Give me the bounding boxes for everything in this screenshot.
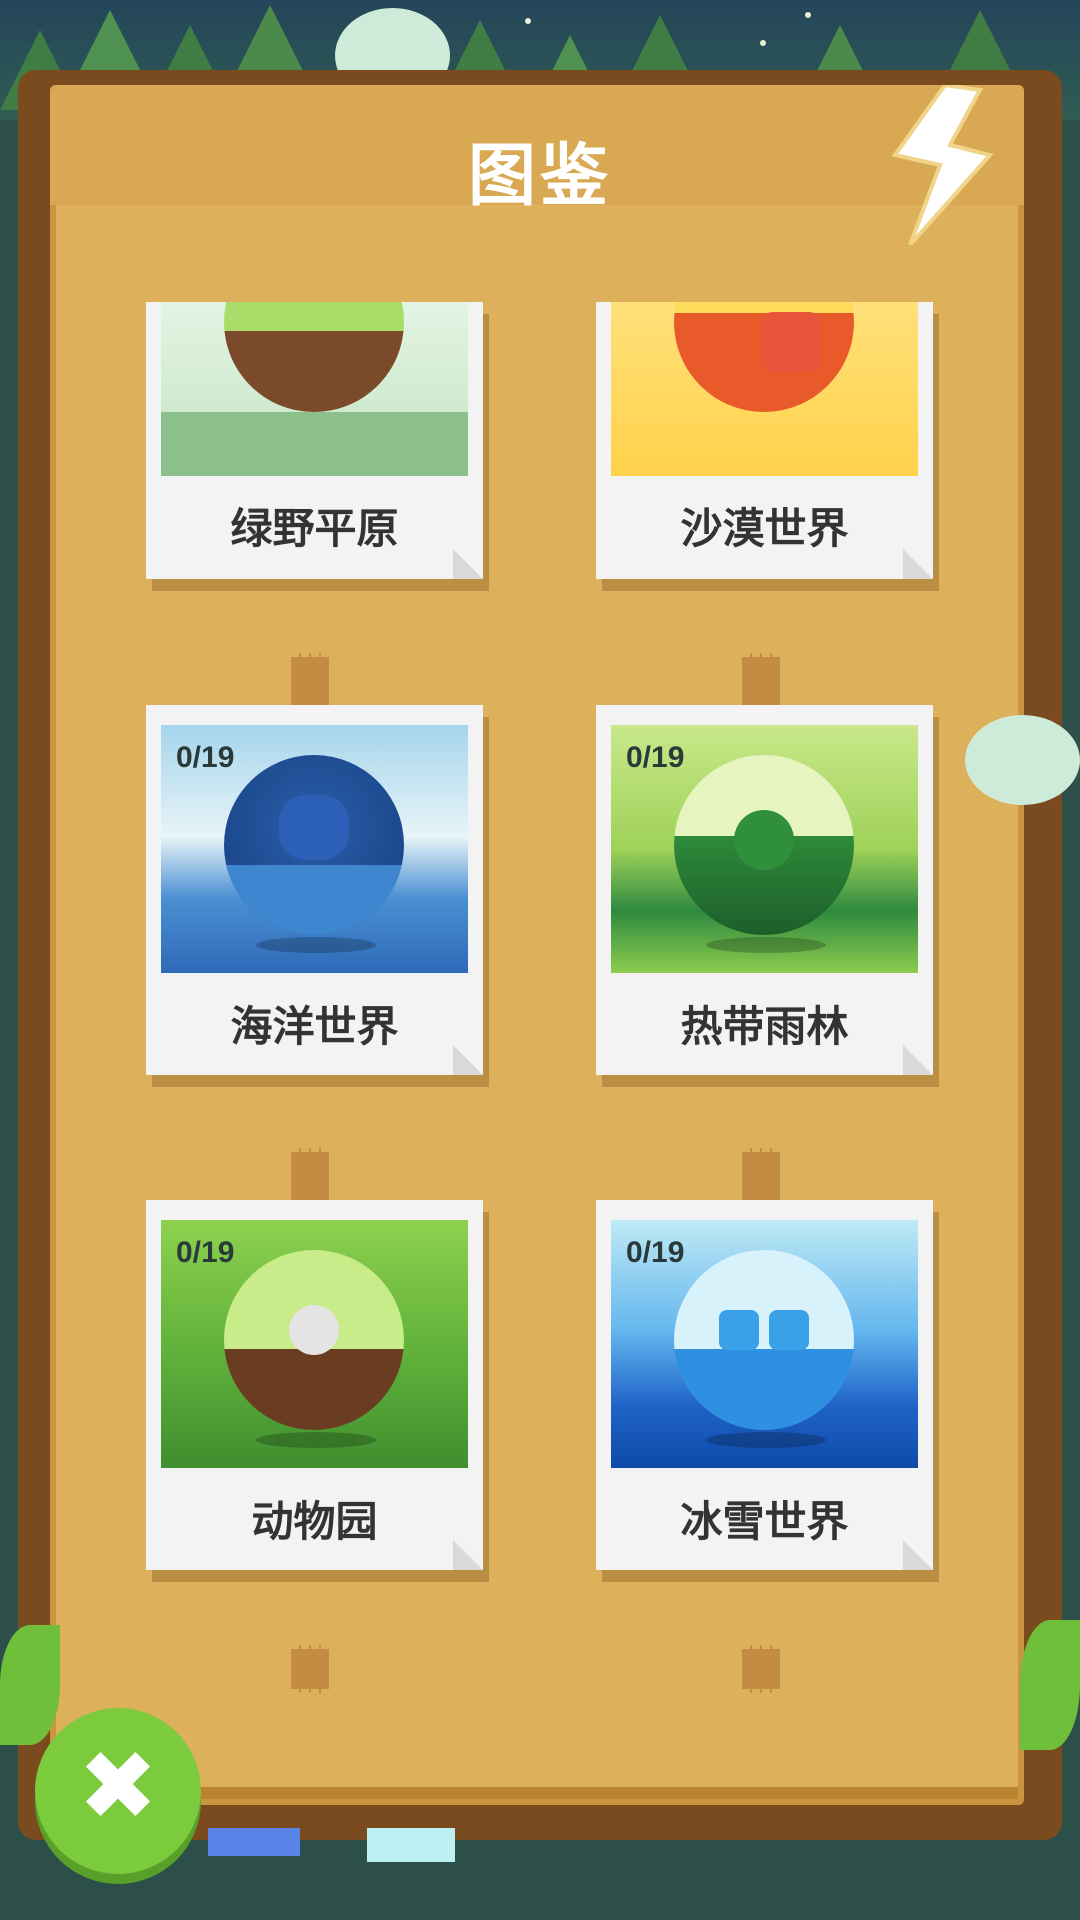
monster-icon bbox=[734, 810, 794, 870]
world-card-zoo[interactable]: 0/19 动物园 bbox=[146, 1200, 483, 1570]
close-icon: ✖ bbox=[77, 1730, 159, 1842]
monster-icon bbox=[769, 1310, 809, 1350]
ocean-globe bbox=[224, 755, 404, 935]
rainforest-globe bbox=[674, 755, 854, 935]
snow-globe bbox=[674, 1250, 854, 1430]
card-label: 沙漠世界 bbox=[680, 504, 849, 553]
card-label: 动物园 bbox=[251, 1497, 378, 1546]
collection-count: 0/19 bbox=[626, 741, 685, 774]
star-icon bbox=[760, 40, 766, 46]
collection-count: 0/19 bbox=[626, 1236, 685, 1269]
card-label: 海洋世界 bbox=[230, 1002, 399, 1051]
card-label: 冰雪世界 bbox=[680, 1497, 849, 1546]
monster-icon bbox=[719, 1310, 759, 1350]
leaf-icon bbox=[0, 1625, 60, 1745]
lightning-icon bbox=[891, 85, 994, 245]
tape bbox=[291, 1645, 329, 1693]
world-card-snow[interactable]: 0/19 冰雪世界 bbox=[596, 1200, 933, 1570]
zoo-globe bbox=[224, 1250, 404, 1430]
star-icon bbox=[805, 12, 811, 18]
card-label: 热带雨林 bbox=[680, 1002, 849, 1051]
card-label: 绿野平原 bbox=[230, 504, 399, 553]
sticky-note bbox=[208, 1828, 300, 1856]
world-card-grassland[interactable]: 绿野平原 bbox=[146, 302, 483, 579]
world-card-rainforest[interactable]: 0/19 热带雨林 bbox=[596, 705, 933, 1075]
collection-count: 0/19 bbox=[176, 1236, 235, 1269]
monster-icon bbox=[761, 312, 821, 372]
close-button[interactable]: ✖ bbox=[35, 1708, 201, 1874]
world-card-desert[interactable]: 沙漠世界 bbox=[596, 302, 933, 579]
star-icon bbox=[525, 18, 531, 24]
grassland-globe bbox=[224, 302, 404, 412]
tape bbox=[742, 1645, 780, 1693]
monster-icon bbox=[289, 1305, 339, 1355]
grassland-image bbox=[161, 302, 468, 476]
desert-image bbox=[611, 302, 918, 476]
sticky-note bbox=[367, 1828, 455, 1862]
side-mascot-icon bbox=[965, 715, 1080, 805]
leaf-icon bbox=[1020, 1620, 1080, 1750]
collection-count: 0/19 bbox=[176, 741, 235, 774]
world-card-ocean[interactable]: 0/19 海洋世界 bbox=[146, 705, 483, 1075]
monster-icon bbox=[279, 795, 349, 860]
